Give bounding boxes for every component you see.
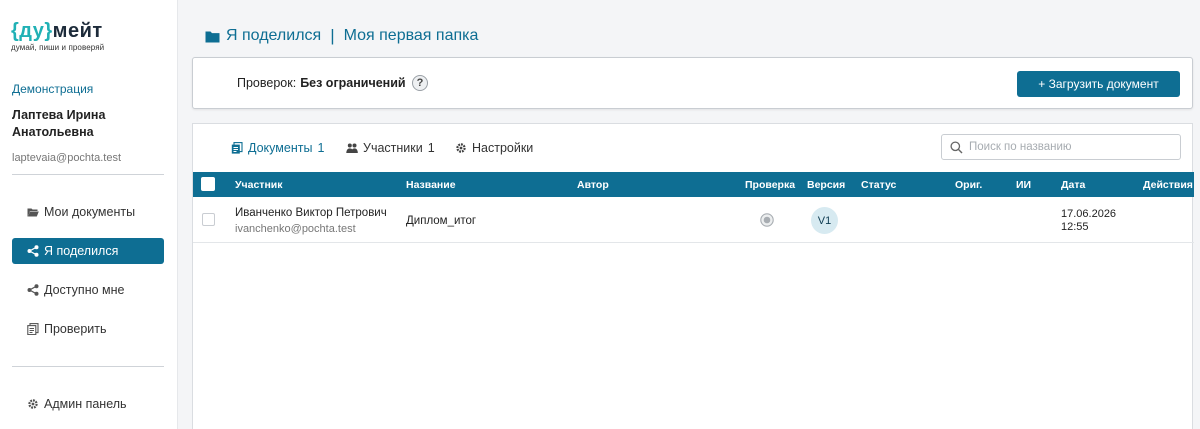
- tab-label: Настройки: [472, 141, 534, 155]
- select-all-checkbox[interactable]: [201, 177, 215, 191]
- date-value: 17.06.2026: [1061, 208, 1117, 220]
- sidebar-item-label: Я поделился: [44, 244, 119, 258]
- table-header: Участник Название Автор Проверка Версия …: [193, 172, 1194, 197]
- organization-name: Демонстрация: [12, 82, 94, 96]
- help-icon[interactable]: ?: [412, 75, 428, 91]
- check-limit-value: Без ограничений: [300, 76, 406, 90]
- tab-count: 1: [427, 141, 435, 155]
- column-title[interactable]: Название: [406, 179, 456, 191]
- tab-count: 1: [317, 141, 325, 155]
- sidebar-item-label: Проверить: [44, 322, 107, 336]
- participant-name: Иванченко Виктор Петрович: [235, 207, 387, 219]
- breadcrumb-separator: |: [330, 26, 335, 45]
- sidebar-item-label: Админ панель: [44, 397, 127, 411]
- column-date[interactable]: Дата: [1061, 179, 1085, 191]
- users-icon: [346, 143, 358, 153]
- breadcrumb: Я поделился | Моя первая папка: [205, 26, 478, 46]
- column-ai[interactable]: ИИ: [1016, 179, 1031, 191]
- share-icon: [27, 284, 39, 296]
- search-box[interactable]: [941, 134, 1181, 160]
- document-title[interactable]: Диплом_итог: [406, 215, 476, 227]
- row-checkbox[interactable]: [202, 213, 215, 226]
- document-date: 17.06.2026 12:55: [1061, 208, 1116, 234]
- gear-icon: [27, 398, 39, 410]
- column-author[interactable]: Автор: [577, 179, 609, 191]
- column-status[interactable]: Статус: [861, 179, 896, 191]
- sidebar-divider: [12, 174, 164, 175]
- search-input[interactable]: [969, 141, 1169, 153]
- sidebar-divider: [12, 366, 164, 367]
- breadcrumb-section[interactable]: Я поделился: [226, 27, 321, 45]
- check-limit: Проверок: Без ограничений: [237, 76, 406, 90]
- column-version[interactable]: Версия: [807, 179, 845, 191]
- sidebar: {ду}мейт думай, пиши и проверяй Демонстр…: [0, 0, 178, 429]
- sidebar-item-admin-panel[interactable]: Админ панель: [12, 391, 164, 417]
- column-check[interactable]: Проверка: [745, 179, 795, 191]
- logo-tagline: думай, пиши и проверяй: [11, 43, 105, 52]
- sidebar-item-check[interactable]: Проверить: [12, 316, 164, 342]
- column-orig[interactable]: Ориг.: [955, 179, 982, 191]
- logo[interactable]: {ду}мейт думай, пиши и проверяй: [11, 20, 104, 52]
- gear-icon: [456, 143, 466, 153]
- share-icon: [27, 245, 39, 257]
- check-limit-panel: Проверок: Без ограничений ? + Загрузить д…: [192, 57, 1193, 109]
- tab-label: Документы: [248, 141, 313, 155]
- check-limit-label: Проверок:: [237, 76, 297, 90]
- column-actions: Действия: [1143, 179, 1193, 191]
- sidebar-item-shared-by-me[interactable]: Я поделился: [12, 238, 164, 264]
- column-participant[interactable]: Участник: [235, 179, 283, 191]
- sidebar-item-shared-with-me[interactable]: Доступно мне: [12, 277, 164, 303]
- sidebar-item-label: Мои документы: [44, 205, 136, 219]
- user-name: Лаптева Ирина Анатольевна: [12, 108, 106, 139]
- participant-email: ivanchenko@pochta.test: [235, 223, 356, 235]
- folder-open-icon: [27, 206, 39, 218]
- sidebar-item-label: Доступно мне: [44, 283, 125, 297]
- tab-label: Участники: [363, 141, 423, 155]
- documents-panel: Документы 1 Участники 1 Настройки Участн…: [192, 123, 1194, 429]
- upload-document-button[interactable]: + Загрузить документ: [1017, 71, 1180, 97]
- time-value: 12:55: [1061, 221, 1089, 233]
- folder-icon: [205, 31, 220, 42]
- tab-settings[interactable]: Настройки: [455, 141, 533, 155]
- documents-icon: [231, 142, 243, 154]
- documents-icon: [27, 323, 39, 335]
- page-title: Моя первая папка: [343, 27, 479, 44]
- version-badge[interactable]: V1: [811, 207, 838, 234]
- tab-participants[interactable]: Участники 1: [346, 141, 435, 155]
- table-row[interactable]: Иванченко Виктор Петрович ivanchenko@poc…: [193, 197, 1194, 243]
- check-status-icon[interactable]: [760, 213, 774, 227]
- search-icon: [950, 140, 963, 153]
- tab-documents[interactable]: Документы 1: [231, 141, 324, 155]
- user-email: laptevaia@pochta.test: [12, 152, 122, 164]
- logo-wordmark: {ду}мейт: [11, 20, 103, 42]
- sidebar-item-my-documents[interactable]: Мои документы: [12, 199, 164, 225]
